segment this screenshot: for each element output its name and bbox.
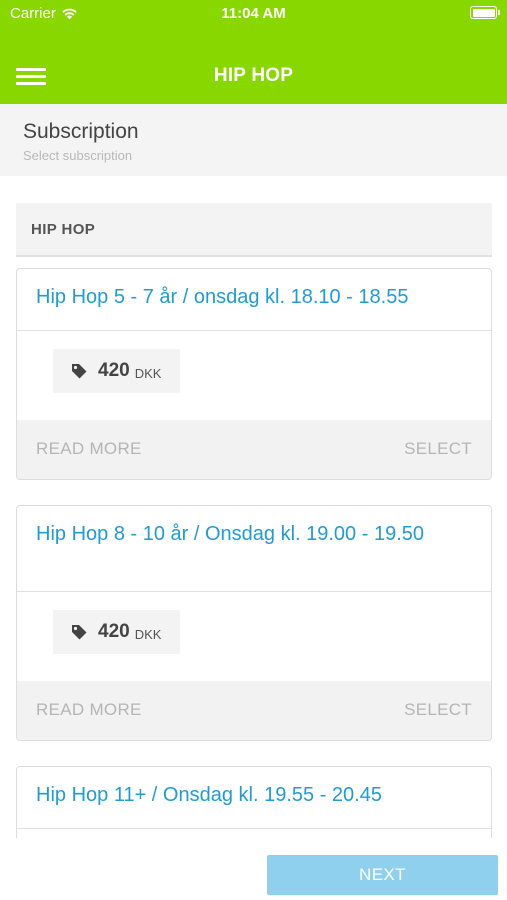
app-screen: Carrier 11:04 AM HIP HOP Subscription Se… (0, 0, 507, 900)
category-label: HIP HOP (31, 221, 96, 238)
card-actions: READ MORE SELECT (17, 420, 491, 479)
price-badge: 420 DKK (53, 349, 180, 393)
subscription-card-title[interactable]: Hip Hop 8 - 10 år / Onsdag kl. 19.00 - 1… (17, 506, 491, 546)
read-more-button[interactable]: READ MORE (36, 700, 142, 720)
status-bar: Carrier 11:04 AM (0, 0, 507, 28)
card-divider (17, 591, 491, 592)
subscription-card-title[interactable]: Hip Hop 11+ / Onsdag kl. 19.55 - 20.45 (17, 767, 491, 807)
price-currency: DKK (134, 626, 162, 642)
price-badge: 420 DKK (53, 610, 180, 654)
subscription-title: Subscription (23, 120, 139, 143)
price-currency: DKK (134, 365, 162, 381)
price-amount: 420 (98, 621, 130, 642)
subscription-header: Subscription Select subscription (0, 104, 507, 176)
read-more-button[interactable]: READ MORE (36, 439, 142, 459)
card-actions: READ MORE SELECT (17, 681, 491, 740)
card-divider (17, 330, 491, 331)
page-title: HIP HOP (213, 65, 294, 86)
subscription-card: Hip Hop 8 - 10 år / Onsdag kl. 19.00 - 1… (16, 505, 492, 741)
top-bar: Carrier 11:04 AM HIP HOP (0, 0, 507, 104)
price-tag-icon (72, 625, 87, 640)
subscription-hint: Select subscription (23, 148, 133, 163)
clock: 11:04 AM (221, 5, 286, 22)
subscription-card-title[interactable]: Hip Hop 5 - 7 år / onsdag kl. 18.10 - 18… (17, 269, 491, 309)
price-amount: 420 (98, 360, 130, 381)
subscription-card: Hip Hop 5 - 7 år / onsdag kl. 18.10 - 18… (16, 268, 492, 480)
select-button[interactable]: SELECT (404, 439, 472, 459)
battery-icon (470, 6, 500, 19)
price-tag-icon (72, 364, 87, 379)
category-header: HIP HOP (16, 203, 492, 257)
card-divider (17, 828, 491, 829)
next-button[interactable]: NEXT (267, 855, 498, 895)
select-button[interactable]: SELECT (404, 700, 472, 720)
